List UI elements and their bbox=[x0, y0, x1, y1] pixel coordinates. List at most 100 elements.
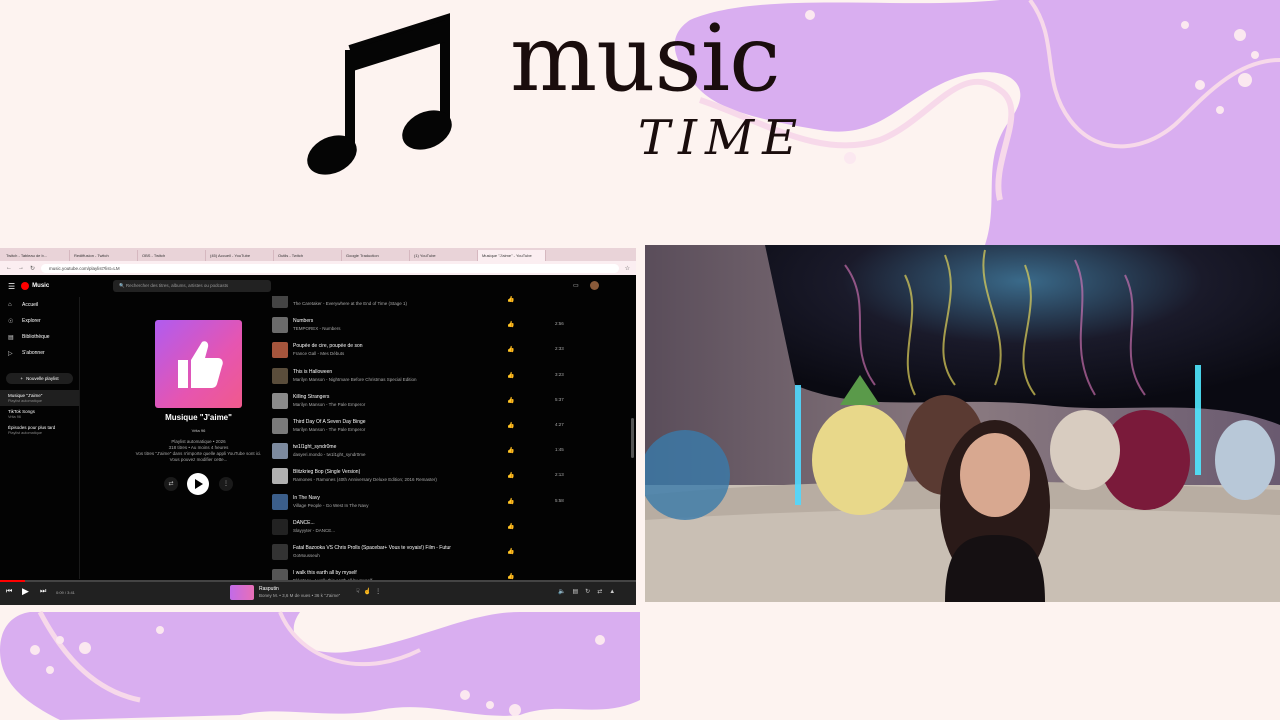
menu-icon[interactable]: ☰ bbox=[8, 282, 15, 291]
track-title[interactable]: tw1l1ght_syndr0me bbox=[293, 444, 336, 450]
thumbs-up-icon[interactable]: ☝ bbox=[364, 589, 375, 595]
back-icon[interactable]: ← bbox=[6, 265, 12, 271]
track-artist[interactable]: Slayyyter - DANCE... bbox=[293, 528, 335, 533]
track-thumbnail[interactable] bbox=[272, 518, 288, 535]
track-row[interactable]: Fatal Bazooka VS Chris Prolls (Spacebar+… bbox=[270, 540, 630, 565]
track-title[interactable]: Poupée de cire, poupée de son bbox=[293, 343, 363, 349]
track-thumbnail[interactable] bbox=[272, 569, 288, 580]
browser-tab[interactable]: (45) Accueil - YouTube bbox=[206, 250, 274, 261]
track-artist[interactable]: GoMousseuh bbox=[293, 553, 320, 558]
playlist-owner[interactable]: Vrita 96 bbox=[130, 428, 267, 433]
track-artist[interactable]: dasyeri.mondo - tw1l1ght_syndr0me bbox=[293, 452, 366, 457]
thumbs-up-icon[interactable]: 👍 bbox=[507, 321, 514, 328]
track-title[interactable]: Numbers bbox=[293, 318, 313, 324]
thumbs-up-icon[interactable]: 👍 bbox=[507, 372, 514, 379]
track-row[interactable]: I walk this earth all by myselfEkkstacy … bbox=[270, 565, 630, 580]
thumbs-down-icon[interactable]: ☟ bbox=[356, 589, 364, 595]
track-thumbnail[interactable] bbox=[272, 443, 288, 460]
track-title[interactable]: Blitzkrieg Bop (Single Version) bbox=[293, 469, 360, 475]
browser-tab[interactable]: Rediffusion - Twitch bbox=[70, 250, 138, 261]
more-options-button[interactable]: ⋮ bbox=[219, 477, 233, 491]
thumbs-up-icon[interactable]: 👍 bbox=[507, 422, 514, 429]
track-title[interactable]: DANCE... bbox=[293, 520, 315, 526]
track-row[interactable]: The Caretaker - Everywhere at the End of… bbox=[270, 296, 630, 313]
thumbs-up-icon[interactable]: 👍 bbox=[507, 573, 514, 580]
ytm-logo[interactable]: Music bbox=[21, 282, 49, 290]
new-playlist-button[interactable]: + Nouvelle playlist bbox=[6, 373, 73, 384]
browser-tab[interactable]: OBS - Twitch bbox=[138, 250, 206, 261]
track-title[interactable]: Killing Strangers bbox=[293, 394, 329, 400]
play-button[interactable] bbox=[187, 473, 209, 495]
thumbs-up-icon[interactable]: 👍 bbox=[507, 346, 514, 353]
track-artist[interactable]: The Caretaker - Everywhere at the End of… bbox=[293, 301, 407, 306]
play-pause-icon[interactable]: ▶ bbox=[22, 586, 29, 597]
queue-icon[interactable]: ▤ bbox=[572, 589, 585, 595]
repeat-icon[interactable]: ↻ bbox=[585, 589, 597, 595]
track-title[interactable]: I walk this earth all by myself bbox=[293, 570, 357, 576]
track-thumbnail[interactable] bbox=[272, 544, 288, 560]
thumbs-up-icon[interactable]: 👍 bbox=[507, 296, 514, 303]
thumbs-up-icon[interactable]: 👍 bbox=[507, 472, 514, 479]
expand-icon[interactable]: ▲ bbox=[609, 589, 622, 595]
search-input[interactable]: 🔍 Rechercher des titres, albums, artiste… bbox=[113, 280, 271, 292]
track-row[interactable]: tw1l1ght_syndr0me dasyeri.mondo - tw1l1gh… bbox=[270, 439, 630, 464]
avatar[interactable] bbox=[590, 281, 599, 290]
sidebar-item-home[interactable]: ⌂ Accueil bbox=[0, 297, 79, 313]
track-artist[interactable]: Village People - Go West In The Navy bbox=[293, 503, 369, 508]
reload-icon[interactable]: ↻ bbox=[30, 265, 35, 272]
sidebar-item-library[interactable]: ▤ Bibliothèque bbox=[0, 329, 79, 345]
track-thumbnail[interactable] bbox=[272, 296, 288, 308]
track-row[interactable]: In The Navy Village People - Go West In T… bbox=[270, 490, 630, 515]
thumbs-up-icon[interactable]: 👍 bbox=[507, 523, 514, 530]
track-row[interactable]: Blitzkrieg Bop (Single Version) Ramones -… bbox=[270, 464, 630, 489]
track-thumbnail[interactable] bbox=[272, 468, 288, 485]
browser-tab[interactable]: Google Traduction bbox=[342, 250, 410, 261]
track-title[interactable]: Fatal Bazooka VS Chris Prolls (Spacebar+… bbox=[293, 545, 451, 551]
track-thumbnail[interactable] bbox=[272, 493, 288, 510]
track-row[interactable]: This is Halloween Marilyn Manson - Nightm… bbox=[270, 364, 630, 389]
track-row[interactable]: Killing Strangers Marilyn Manson - The Pa… bbox=[270, 389, 630, 414]
kebab-icon[interactable]: ⋮ bbox=[375, 589, 385, 595]
track-title[interactable]: This is Halloween bbox=[293, 369, 332, 375]
track-thumbnail[interactable] bbox=[272, 317, 288, 334]
progress-bar[interactable] bbox=[0, 580, 636, 582]
track-row[interactable]: Third Day Of A Seven Day Binge Marilyn Ma… bbox=[270, 414, 630, 439]
track-artist[interactable]: France Gall - Mes Débuts bbox=[293, 351, 344, 356]
previous-icon[interactable]: ⏮ bbox=[6, 588, 12, 596]
scrollbar[interactable] bbox=[631, 418, 634, 458]
browser-tab-active[interactable]: Musique "J'aime" - YouTube bbox=[478, 250, 546, 261]
track-title[interactable]: In The Navy bbox=[293, 495, 320, 501]
sidebar-playlist[interactable]: Musique "J'aime" Playlist automatique bbox=[0, 390, 79, 406]
browser-tab[interactable]: (1) YouTube bbox=[410, 250, 478, 261]
now-playing-title[interactable]: Rasputin bbox=[259, 586, 279, 592]
track-artist[interactable]: TEMPOREX - Numbers bbox=[293, 326, 341, 331]
next-icon[interactable]: ⏭ bbox=[40, 588, 46, 596]
track-artist[interactable]: Marilyn Manson - The Pale Emperor bbox=[293, 402, 365, 407]
shuffle-button[interactable]: ⇄ bbox=[164, 477, 178, 491]
track-row[interactable]: DANCE... Slayyyter - DANCE... 👍 bbox=[270, 515, 630, 540]
sidebar-item-subscriptions[interactable]: ▷ S'abonner bbox=[0, 345, 79, 361]
url-field[interactable]: music.youtube.com/playlist?list=LM bbox=[41, 263, 619, 273]
thumbs-up-icon[interactable]: 👍 bbox=[507, 397, 514, 404]
shuffle-icon[interactable]: ⇄ bbox=[597, 589, 609, 595]
thumbs-up-icon[interactable]: 👍 bbox=[507, 498, 514, 505]
sidebar-playlist[interactable]: Épisodes pour plus tard Playlist automati… bbox=[0, 422, 79, 438]
track-thumbnail[interactable] bbox=[272, 367, 288, 384]
browser-tab[interactable]: Twitch - Tableau de b... bbox=[2, 250, 70, 261]
track-thumbnail[interactable] bbox=[272, 342, 288, 359]
browser-tab[interactable]: Outils - Twitch bbox=[274, 250, 342, 261]
track-title[interactable]: Third Day Of A Seven Day Binge bbox=[293, 419, 366, 425]
track-artist[interactable]: Marilyn Manson - The Pale Emperor bbox=[293, 427, 365, 432]
track-row[interactable]: Poupée de cire, poupée de son France Gall… bbox=[270, 338, 630, 363]
cast-icon[interactable]: ▭ bbox=[573, 282, 579, 289]
track-artist[interactable]: Ramones - Ramones (40th Anniversary Delu… bbox=[293, 477, 437, 482]
thumbs-up-icon[interactable]: 👍 bbox=[507, 548, 514, 555]
track-thumbnail[interactable] bbox=[272, 392, 288, 409]
bookmark-icon[interactable]: ☆ bbox=[625, 265, 630, 272]
thumbs-up-icon[interactable]: 👍 bbox=[507, 447, 514, 454]
track-row[interactable]: Numbers TEMPOREX - Numbers 👍 2:56 bbox=[270, 313, 630, 338]
track-artist[interactable]: Marilyn Manson - Nightmare Before Christ… bbox=[293, 377, 417, 382]
sidebar-playlist[interactable]: TikTok Songs Vrita 96 bbox=[0, 406, 79, 422]
volume-icon[interactable]: 🔈 bbox=[558, 589, 572, 595]
track-thumbnail[interactable] bbox=[272, 418, 288, 434]
